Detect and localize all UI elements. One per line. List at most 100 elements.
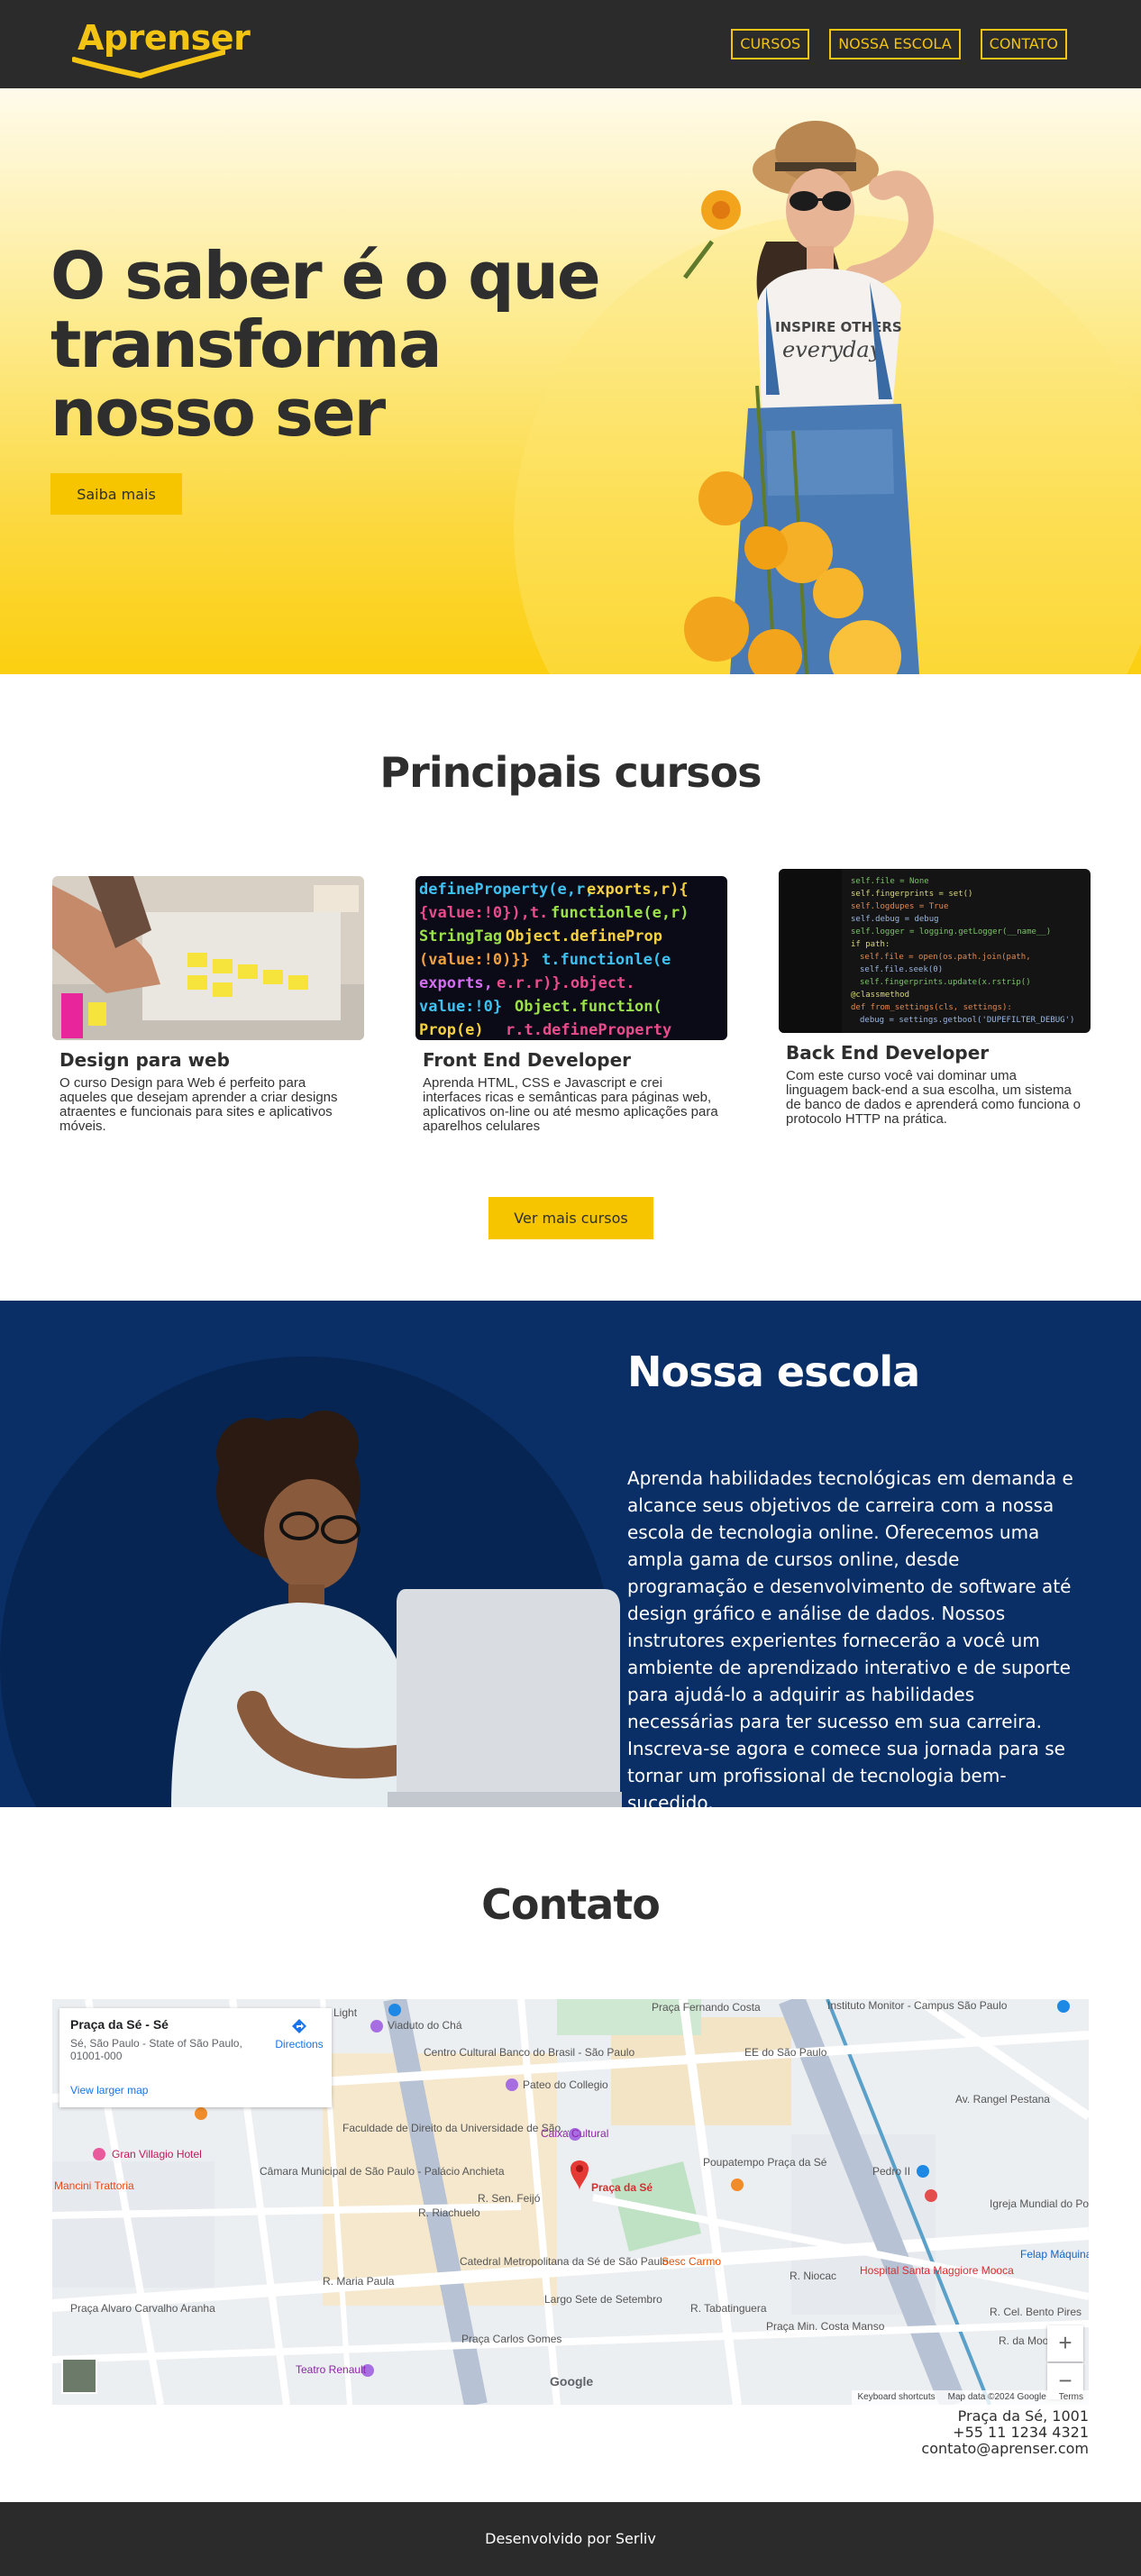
map-label: Teatro Renault [296,2363,367,2376]
svg-text:{value:!0}),t.: {value:!0}),t. [419,904,548,922]
saiba-mais-button[interactable]: Saiba mais [50,473,182,515]
map-label: R. Cel. Bento Pires [990,2306,1082,2318]
terms-link[interactable]: Terms [1059,2392,1083,2403]
map-label: Hospital Santa Maggiore Mooca [860,2264,1014,2277]
svg-text:self.logdupes = True: self.logdupes = True [851,902,948,911]
map-data-text: Map data ©2024 Google [947,2392,1046,2402]
hero-title: O saber é o que transforma nosso ser [50,238,601,451]
zoom-in-button[interactable]: + [1047,2325,1083,2361]
map-label: Caixa Cultural [541,2127,609,2140]
ver-mais-cursos-button[interactable]: Ver mais cursos [488,1197,653,1239]
svg-text:defineProperty(e,r,: defineProperty(e,r, [419,881,594,899]
map-label: R. Riachuelo [418,2206,480,2219]
main-nav: CURSOS NOSSA ESCOLA CONTATO [731,29,1067,59]
map-info-card: Praça da Sé - Sé Sé, São Paulo - State o… [59,2008,332,2107]
svg-text:Object.defineProp: Object.defineProp [506,927,662,945]
directions-button[interactable]: Directions [272,2017,326,2051]
map-label: Câmara Municipal de São Paulo - Palácio … [260,2165,505,2178]
hero-section: O saber é o que transforma nosso ser Sai… [0,88,1141,674]
map-label: Instituto Monitor - Campus São Paulo [827,1999,1008,2012]
map-label: Pedro II [872,2165,911,2178]
course-card-design[interactable]: Design para web O curso Design para Web … [52,876,364,1134]
nav-cursos[interactable]: CURSOS [731,29,810,59]
school-text: Aprenda habilidades tecnológicas em dema… [627,1467,1073,1807]
school-title: Nossa escola [627,1347,920,1396]
map-label: Faculdade de Direito da Universidade de … [342,2122,570,2134]
shirt-text-2: everyday [782,337,882,362]
map-label: Av. Rangel Pestana [955,2093,1050,2106]
logo-swoosh-icon [72,50,225,79]
contact-phone: +55 11 1234 4321 [953,2424,1089,2441]
map-label: Praça Min. Costa Manso [766,2320,885,2333]
course-card-frontend[interactable]: defineProperty(e,r, exports,r){ {value:!… [415,876,727,1134]
school-section: Nossa escola Aprenda habilidades tecnoló… [0,1301,1141,1807]
map-label: Centro Cultural Banco do Brasil - São Pa… [424,2046,635,2059]
course-image-design [52,876,364,1040]
nav-contato[interactable]: CONTATO [980,29,1067,59]
course-desc: Aprenda HTML, CSS e Javascript e crei in… [423,1075,718,1134]
map-label: Igreja Mundial do Poder de Deus [990,2197,1089,2210]
svg-text:Prop(e): Prop(e) [419,1021,484,1039]
map-label: R. Niocac [790,2270,837,2282]
svg-text:exports,r){: exports,r){ [587,881,689,899]
footer-text: Desenvolvido por Serliv [485,2530,656,2547]
svg-text:debug = settings.getbool('DUPE: debug = settings.getbool('DUPEFILTER_DEB… [860,1016,1074,1025]
map-label: Praça Carlos Gomes [461,2333,562,2345]
map-label: R. Maria Paula [323,2275,395,2288]
svg-text:self.file.seek(0): self.file.seek(0) [860,965,943,974]
shirt-text-1: INSPIRE OTHERS [775,319,902,335]
map-label: Praça Alvaro Carvalho Aranha [70,2302,215,2315]
nav-nossa-escola[interactable]: NOSSA ESCOLA [829,29,961,59]
site-header: Aprenser CURSOS NOSSA ESCOLA CONTATO [0,0,1141,88]
map-footer: Keyboard shortcuts Map data ©2024 Google… [852,2390,1089,2405]
svg-text:self.file = None: self.file = None [851,877,929,886]
map-label: Sesc Carmo [662,2255,722,2268]
hero-woman-image: INSPIRE OTHERS everyday [683,121,934,674]
map-place-name: Praça da Sé - Sé [70,2017,169,2032]
course-image-backend: self.file = None self.fingerprints = set… [779,869,1091,1033]
map-label: R. Sen. Feijó [478,2192,541,2205]
svg-text:@classmethod: @classmethod [851,991,909,1000]
course-desc: Com este curso você vai dominar uma ling… [786,1068,1081,1127]
contact-title: Contato [481,1880,661,1929]
map-label: R. Tabatinguera [690,2302,767,2315]
map-label: Praça Fernando Costa [652,2001,761,2014]
svg-text:self.debug = debug: self.debug = debug [851,915,939,924]
svg-text:value:!0}: value:!0} [419,998,502,1016]
directions-icon [292,2019,306,2033]
map-label-praca-da-se: Praça da Sé [591,2181,653,2194]
school-student-image [171,1411,622,1807]
svg-text:self.fingerprints = set(): self.fingerprints = set() [851,890,972,899]
course-card-backend[interactable]: self.file = None self.fingerprints = set… [779,869,1091,1127]
map-label: Largo Sete de Setembro [544,2293,662,2306]
map-label: Viaduto do Chá [388,2019,462,2032]
satellite-toggle[interactable] [61,2358,97,2394]
svg-text:r.t.defineProperty: r.t.defineProperty [506,1021,671,1039]
svg-text:self.file = open(os.path.join(: self.file = open(os.path.join(path, [860,953,1031,962]
map-embed[interactable]: Light Viaduto do Chá Centro Cultural Ban… [52,1999,1089,2405]
logo[interactable]: Aprenser [72,16,251,81]
svg-text:e.r.r)}.object.: e.r.r)}.object. [497,974,635,992]
site-footer: Desenvolvido por Serliv [0,2502,1141,2576]
course-desc: O curso Design para Web é perfeito para … [59,1075,338,1134]
map-label: Light [333,2006,358,2019]
google-logo: Google [550,2374,594,2389]
svg-text:self.fingerprints.update(x.rst: self.fingerprints.update(x.rstrip() [860,978,1031,987]
map-label: Catedral Metropolitana da Sé de São Paul… [460,2255,669,2268]
svg-text:functionle(e,r): functionle(e,r) [551,904,689,922]
course-title: Design para web [59,1049,230,1071]
map-label: EE do São Paulo [744,2046,827,2059]
course-title: Back End Developer [786,1042,990,1064]
svg-text:exports,: exports, [419,974,493,992]
map-label: Mancini Trattoria [54,2179,134,2192]
svg-text:self.logger = logging.getLogge: self.logger = logging.getLogger(__name__… [851,927,1051,936]
directions-label: Directions [275,2038,324,2051]
contact-email: contato@aprenser.com [921,2440,1089,2457]
map-address: Sé, São Paulo - State of São Paulo, 0100… [70,2037,242,2062]
svg-text:StringTag: StringTag [419,927,502,945]
map-label: Pateo do Collegio [523,2078,608,2091]
svg-text:t.functionle(e: t.functionle(e [542,951,671,969]
keyboard-shortcuts-link[interactable]: Keyboard shortcuts [857,2392,935,2403]
map-label: Gran Villagio Hotel [112,2148,202,2160]
view-larger-map-link[interactable]: View larger map [70,2084,148,2096]
